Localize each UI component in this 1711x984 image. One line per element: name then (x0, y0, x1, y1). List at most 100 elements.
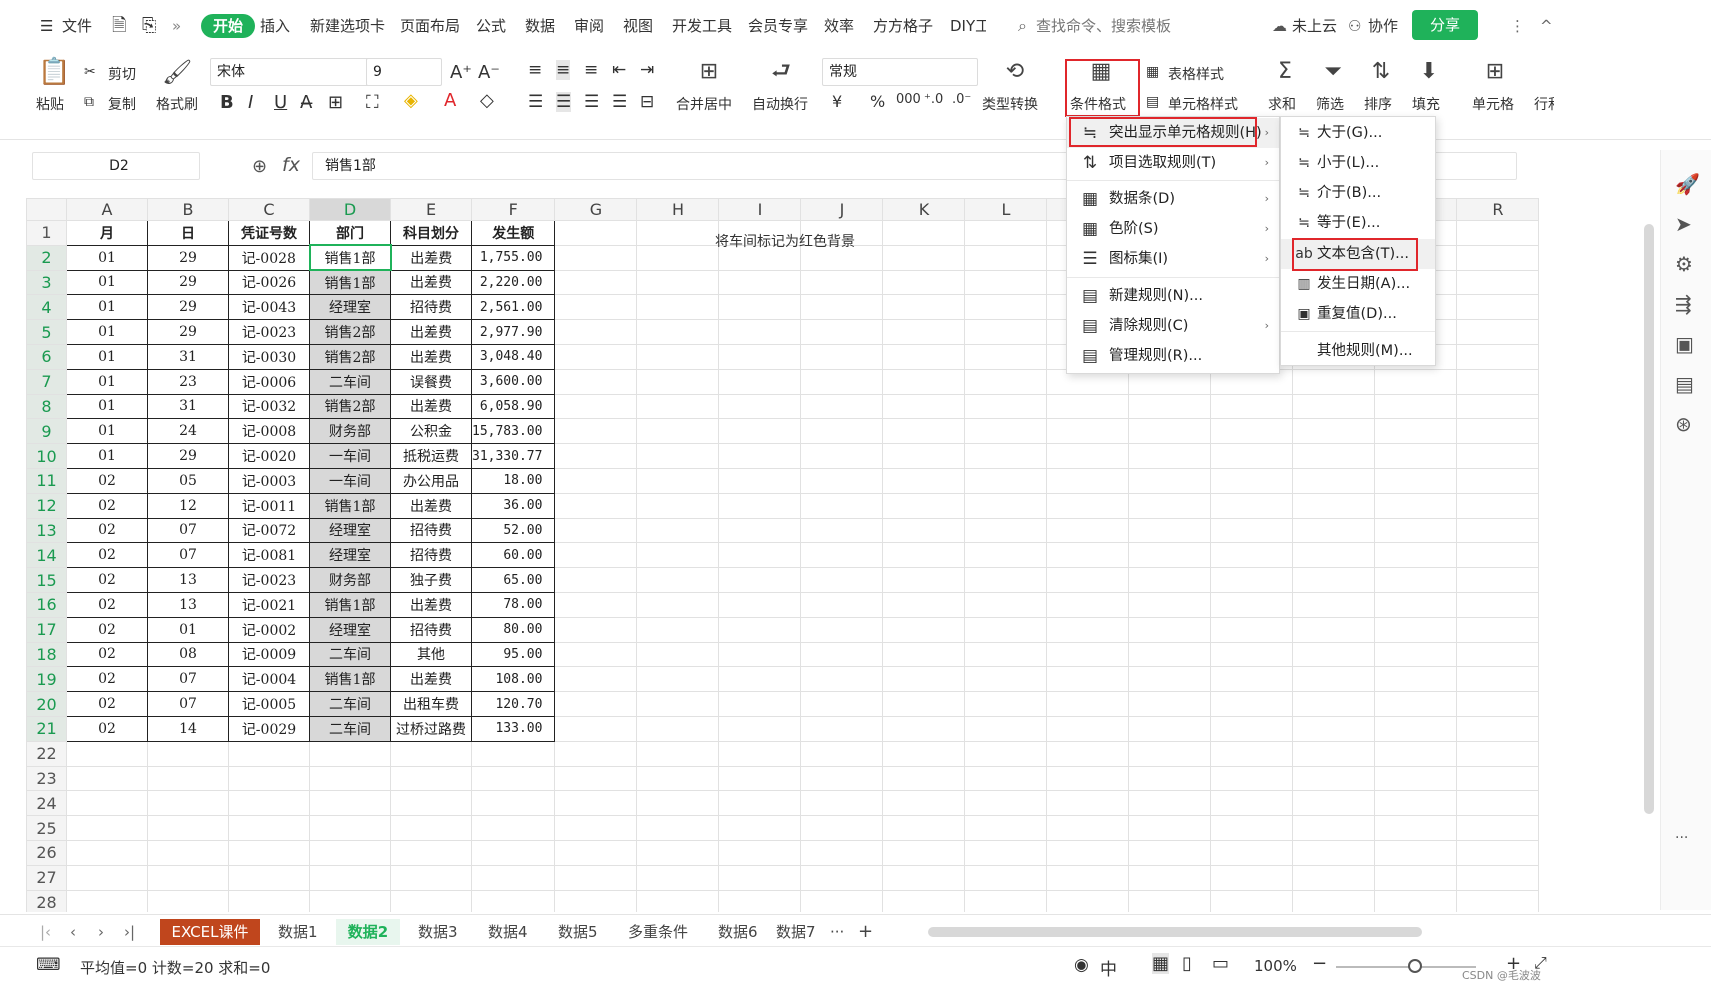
cell[interactable] (882, 220, 966, 246)
cell[interactable] (800, 666, 884, 693)
cell[interactable] (800, 368, 884, 395)
cell[interactable] (636, 517, 720, 544)
table-cell[interactable]: 95.00 (470, 641, 556, 668)
column-header[interactable]: F (470, 198, 556, 221)
tab-fangfang[interactable]: 方方格子 (873, 14, 933, 38)
cell[interactable] (1456, 542, 1540, 569)
cell[interactable] (636, 393, 720, 420)
cell[interactable] (800, 815, 884, 841)
table-cell[interactable]: 07 (147, 517, 229, 544)
decrease-decimal-icon[interactable]: .0⁻ (952, 92, 971, 107)
cell[interactable] (1292, 889, 1376, 912)
next-sheet-icon[interactable]: › (98, 919, 104, 945)
tab-page-layout[interactable]: 页面布局 (400, 14, 460, 38)
highlight-rule-item[interactable]: ≒ 等于(E)... (1281, 208, 1435, 238)
row-header[interactable]: 15 (26, 567, 67, 593)
cell[interactable] (636, 492, 720, 519)
tab-home[interactable]: 开始 (201, 14, 256, 38)
cell[interactable] (718, 467, 802, 494)
cell[interactable] (1292, 790, 1376, 817)
cell[interactable] (1046, 418, 1130, 445)
column-header[interactable]: D (309, 198, 391, 221)
cell[interactable] (66, 740, 148, 767)
cell[interactable] (1210, 889, 1294, 912)
row-header[interactable]: 12 (26, 492, 67, 519)
select-all-corner[interactable] (26, 198, 67, 221)
conditional-format-icon[interactable]: ▦ (1086, 58, 1116, 86)
cell[interactable] (1456, 343, 1540, 370)
indent-increase-icon[interactable]: ⇥ (640, 60, 654, 80)
table-cell[interactable]: 29 (147, 319, 229, 345)
cell[interactable] (1046, 443, 1130, 469)
highlight-rule-item[interactable]: ▣ 重复值(D)... (1281, 299, 1435, 329)
table-cell[interactable]: 误餐费 (390, 368, 472, 395)
cell[interactable] (1046, 591, 1130, 618)
cell[interactable] (309, 740, 391, 767)
table-cell[interactable]: 108.00 (470, 666, 556, 693)
cell[interactable] (1046, 839, 1130, 866)
cell[interactable] (1292, 616, 1376, 643)
number-format-select[interactable]: 常规 (822, 58, 978, 86)
cell[interactable] (1292, 864, 1376, 891)
cell[interactable] (554, 220, 638, 246)
cell[interactable] (1374, 542, 1458, 569)
cell[interactable] (964, 765, 1048, 792)
cell[interactable] (66, 864, 148, 891)
sheet-tab-data1[interactable]: 数据1 (278, 919, 318, 945)
table-header-cell[interactable]: 月 (66, 220, 148, 246)
cell[interactable] (964, 542, 1048, 569)
cell[interactable] (1456, 790, 1540, 817)
format-painter-button[interactable]: 格式刷 (156, 94, 198, 114)
table-cell[interactable]: 14 (147, 715, 229, 742)
cell[interactable] (882, 765, 966, 792)
align-bottom-icon[interactable]: ≡ (584, 60, 598, 80)
cell[interactable] (636, 244, 720, 271)
cell[interactable] (964, 467, 1048, 494)
table-cell[interactable]: 招待费 (390, 542, 472, 569)
cell[interactable] (470, 740, 556, 767)
table-cell[interactable]: 记-0030 (228, 343, 310, 370)
table-cell[interactable]: 1,755.00 (470, 244, 556, 271)
cf-menu-item[interactable]: ≒ 突出显示单元格规则(H) › (1067, 118, 1279, 148)
cell[interactable] (636, 666, 720, 693)
filter-button[interactable]: 筛选 (1316, 94, 1344, 114)
cell[interactable] (1456, 517, 1540, 544)
cell[interactable] (390, 889, 472, 912)
cell[interactable] (554, 666, 638, 693)
cell[interactable] (1456, 765, 1540, 792)
cell[interactable] (1292, 443, 1376, 469)
cell[interactable] (554, 343, 638, 370)
cell[interactable] (964, 641, 1048, 668)
zoom-slider[interactable] (1336, 966, 1476, 968)
row-header[interactable]: 8 (26, 393, 67, 420)
cell[interactable] (228, 889, 310, 912)
cell[interactable] (554, 715, 638, 742)
add-sheet-button[interactable]: + (858, 919, 873, 945)
sheet-tab-data5[interactable]: 数据5 (558, 919, 598, 945)
cell[interactable] (718, 691, 802, 717)
highlight-rule-item[interactable]: ab 文本包含(T)... (1281, 239, 1435, 269)
cell[interactable] (390, 839, 472, 866)
cell[interactable] (228, 815, 310, 841)
cell-button[interactable]: 单元格 (1472, 94, 1514, 114)
table-cell[interactable]: 招待费 (390, 517, 472, 544)
cell[interactable] (636, 641, 720, 668)
table-cell[interactable]: 65.00 (470, 567, 556, 593)
cell[interactable] (882, 492, 966, 519)
cell-format-icon[interactable]: ⛶ (366, 92, 379, 113)
cell[interactable] (1128, 839, 1212, 866)
highlight-rule-item[interactable]: ≒ 介于(B)... (1281, 178, 1435, 208)
cell[interactable] (554, 616, 638, 643)
table-cell[interactable]: 2,220.00 (470, 269, 556, 296)
cell[interactable] (964, 790, 1048, 817)
cell[interactable] (636, 889, 720, 912)
cell[interactable] (147, 815, 229, 841)
cell[interactable] (147, 864, 229, 891)
cell[interactable] (1374, 418, 1458, 445)
table-cell[interactable]: 销售1部 (308, 244, 392, 272)
cell[interactable] (1456, 591, 1540, 618)
cell[interactable] (1456, 740, 1540, 767)
conditional-format-button[interactable]: 条件格式 (1070, 94, 1126, 114)
align-left-icon[interactable]: ☰ (528, 92, 543, 112)
table-cell[interactable]: 01 (66, 319, 148, 345)
